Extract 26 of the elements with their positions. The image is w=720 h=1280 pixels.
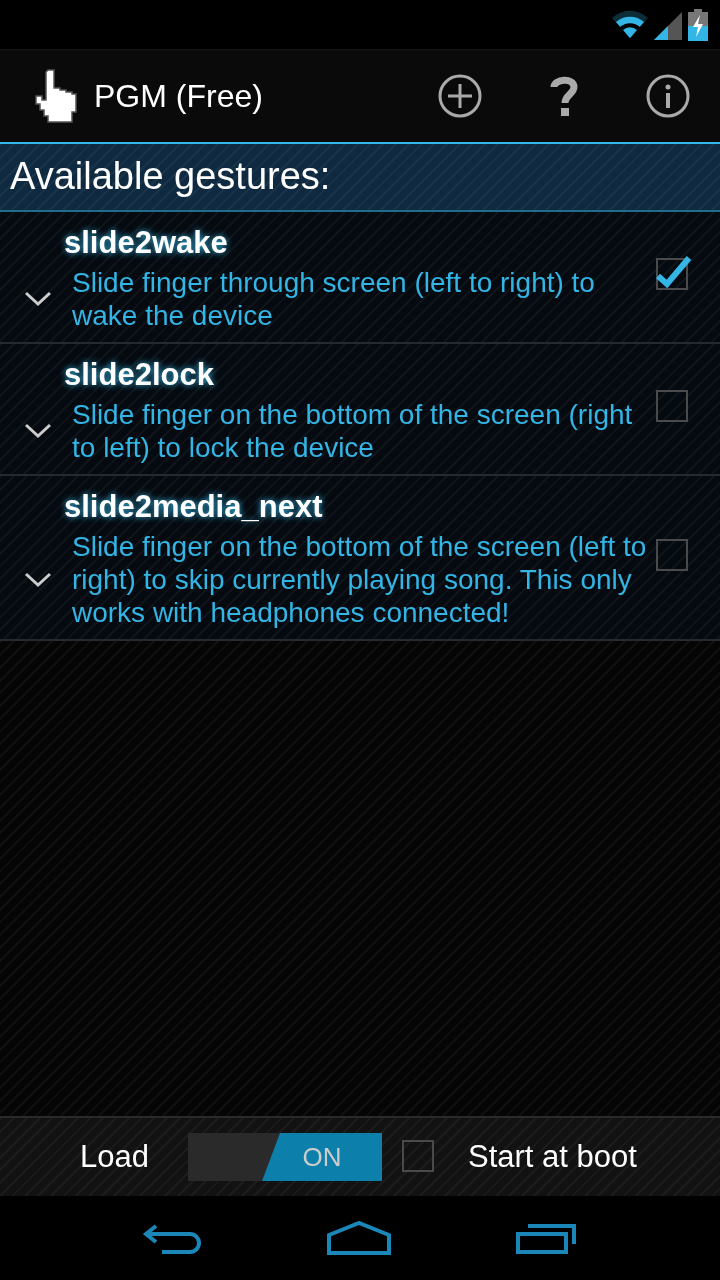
gesture-name: slide2lock: [64, 356, 214, 394]
battery-charging-icon: [688, 8, 708, 41]
recent-apps-button[interactable]: [515, 1222, 578, 1254]
chevron-down-icon[interactable]: [24, 291, 52, 307]
load-label: Load: [80, 1139, 150, 1175]
section-header: Available gestures:: [9, 154, 331, 199]
gesture-name: slide2wake: [64, 224, 228, 262]
wifi-icon: [612, 9, 648, 40]
back-button[interactable]: [142, 1222, 203, 1254]
gesture-description: Slide finger on the bottom of the screen (right to left) to lock the device: [72, 398, 634, 464]
gesture-name: slide2media_next: [64, 488, 323, 526]
question-mark-icon: [550, 76, 578, 116]
chevron-down-icon[interactable]: [24, 423, 52, 439]
info-icon: [646, 74, 690, 118]
home-button[interactable]: [327, 1221, 391, 1255]
switch-thumb: ON: [262, 1133, 382, 1181]
chevron-down-icon[interactable]: [24, 571, 52, 588]
start-at-boot-label: Start at boot: [468, 1139, 637, 1175]
gesture-description: Slide finger through screen (left to right) to wake the device: [72, 266, 596, 332]
gesture-description: Slide finger on the bottom of the screen (left to right) to skip currently playing song. This only works with headphones connected!: [72, 530, 648, 629]
back-icon: [142, 1222, 203, 1254]
add-icon: [438, 74, 482, 118]
app-title: PGM (Free): [94, 77, 263, 115]
recent-apps-icon: [515, 1222, 578, 1254]
home-icon: [327, 1221, 391, 1255]
load-switch[interactable]: ON: [188, 1133, 382, 1181]
